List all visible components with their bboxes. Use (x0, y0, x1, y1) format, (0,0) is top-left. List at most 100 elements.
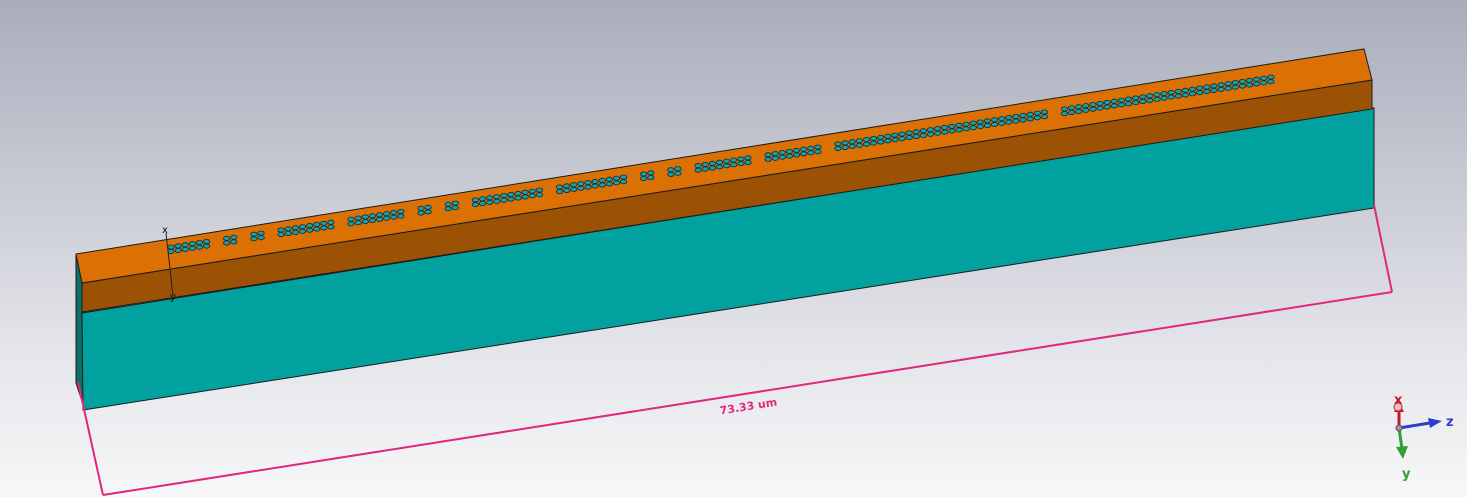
hole (792, 147, 801, 153)
hole (354, 220, 362, 226)
hole (305, 227, 314, 233)
hole (800, 146, 808, 152)
hole (841, 144, 849, 150)
hole (382, 215, 391, 221)
hole (785, 153, 794, 159)
hole (1082, 103, 1090, 109)
hole (990, 121, 999, 127)
hole (257, 235, 265, 241)
hole (563, 183, 571, 189)
hole (1040, 114, 1049, 120)
hole (905, 135, 913, 141)
hole (174, 247, 182, 253)
hole (1096, 105, 1104, 111)
hole (1139, 94, 1147, 100)
hole (347, 216, 355, 222)
hole (667, 171, 675, 177)
hole (493, 194, 501, 200)
hole (862, 141, 871, 147)
hole (737, 156, 745, 162)
hole (891, 132, 899, 138)
hole (771, 151, 779, 157)
hole (969, 120, 977, 126)
hole (701, 161, 709, 167)
hole (983, 118, 992, 124)
hole (167, 244, 175, 250)
hole (778, 150, 786, 156)
hole (605, 176, 614, 182)
hole (807, 150, 815, 156)
hole (305, 223, 314, 229)
hole (926, 131, 935, 137)
hole (277, 227, 285, 233)
hole (1124, 96, 1133, 102)
model-scene[interactable]: 73.33 um x y x z y (0, 0, 1467, 497)
hole (528, 193, 536, 199)
hole (375, 212, 384, 218)
hole (1040, 109, 1049, 115)
hole (962, 126, 970, 132)
dimension-label: 73.33 um (719, 396, 778, 418)
hole (667, 167, 675, 173)
hole (694, 163, 702, 169)
hole (701, 166, 709, 172)
hole (1026, 111, 1034, 117)
hole (1174, 93, 1183, 99)
3d-viewport[interactable]: 73.33 um x y x z y (0, 0, 1467, 497)
hole (591, 178, 599, 184)
hole (1189, 91, 1197, 97)
triad-y-label: y (1402, 467, 1411, 482)
hole (715, 164, 724, 170)
hole (948, 128, 956, 134)
hole (451, 205, 459, 211)
dimension-extension-right (1373, 204, 1393, 293)
hole (1132, 100, 1140, 106)
hole (1196, 90, 1204, 96)
hole (619, 174, 628, 180)
hole (814, 144, 822, 150)
hole (382, 211, 391, 217)
hole (884, 133, 892, 139)
hole (1103, 99, 1111, 105)
hole (990, 117, 999, 123)
hole (647, 174, 655, 180)
hole (361, 214, 369, 220)
hole (708, 160, 717, 166)
hole (555, 189, 564, 195)
hole (1124, 101, 1133, 107)
hole (1146, 93, 1154, 99)
hole (347, 221, 355, 227)
hole (834, 146, 842, 152)
hole (976, 124, 984, 130)
hole (891, 137, 899, 143)
hole (417, 205, 425, 211)
hole (1075, 108, 1083, 114)
hole (250, 236, 258, 242)
hole (577, 181, 585, 187)
hole (528, 188, 536, 194)
hole (507, 196, 515, 202)
hole (737, 161, 745, 167)
hole (1012, 118, 1020, 124)
hole (848, 139, 856, 145)
hole (612, 175, 621, 181)
hole (181, 246, 189, 252)
hole (764, 152, 772, 158)
hole (1033, 110, 1041, 116)
hole (1231, 80, 1239, 86)
hole (674, 166, 682, 172)
hole (605, 181, 614, 187)
hole (1245, 77, 1254, 83)
hole (1146, 97, 1154, 103)
hole (368, 217, 376, 223)
hole (188, 241, 196, 247)
orientation-triad[interactable]: x z y (1393, 393, 1454, 482)
local-axis-y-label: y (170, 292, 176, 303)
hole (948, 123, 956, 129)
hole (514, 195, 522, 201)
hole (485, 195, 494, 201)
hole (277, 232, 285, 238)
hole (884, 138, 892, 144)
hole (877, 134, 885, 140)
hole (912, 133, 920, 139)
